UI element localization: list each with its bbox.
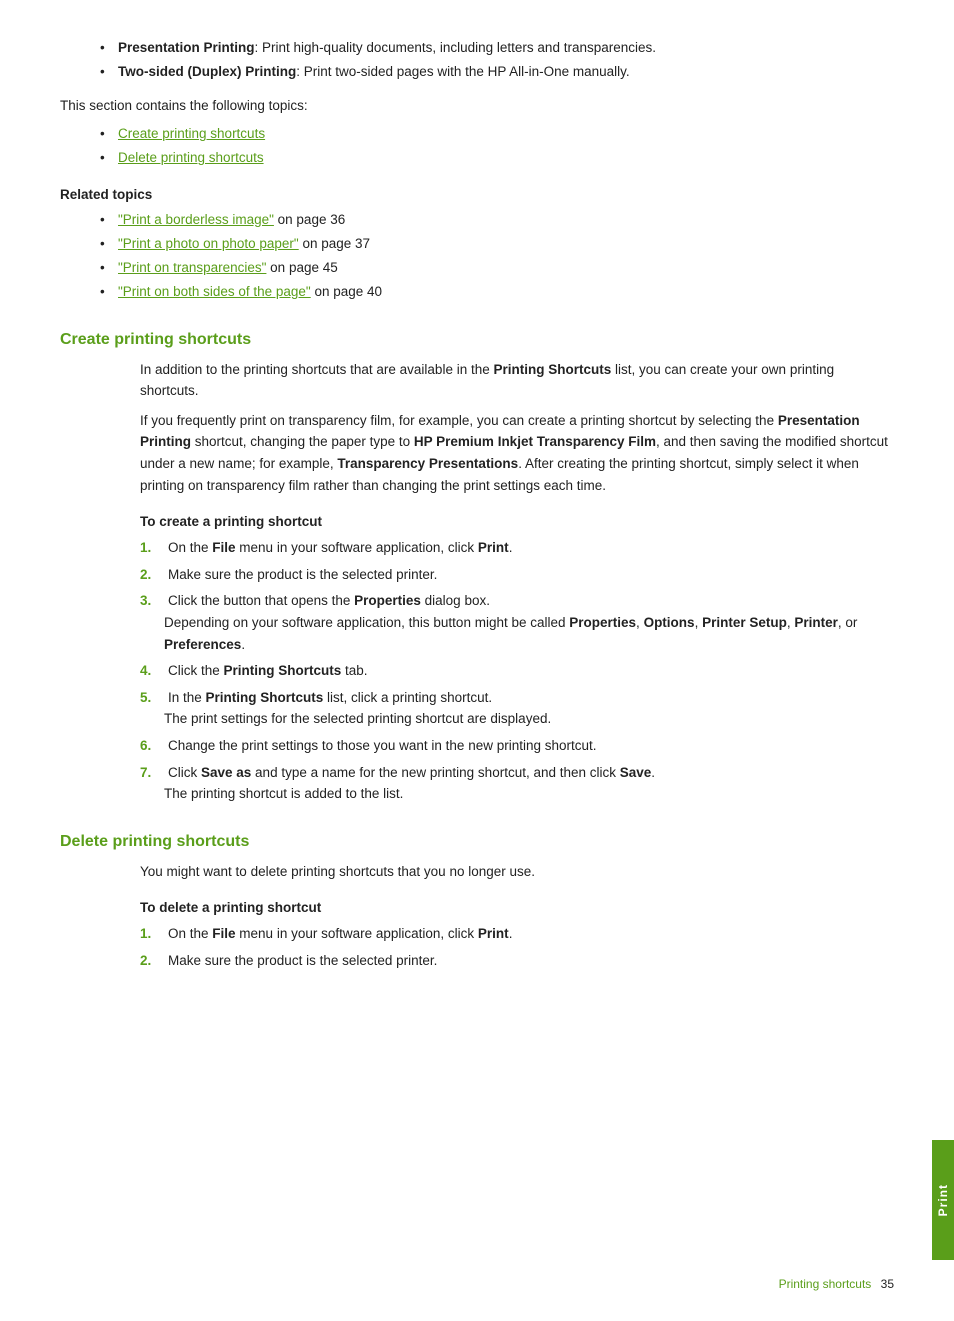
footer-section-label: Printing shortcuts xyxy=(779,1277,872,1291)
create-section-content: In addition to the printing shortcuts th… xyxy=(140,359,894,805)
create-step-4-num: 4. xyxy=(140,660,164,682)
create-step-3-num: 3. xyxy=(140,590,164,612)
intro-b1-rest: : Print high-quality documents, includin… xyxy=(255,40,656,55)
create-para2-b2: HP Premium Inkjet Transparency Film xyxy=(414,434,656,449)
delete-step-1-num: 1. xyxy=(140,923,164,945)
toc-intro: This section contains the following topi… xyxy=(60,95,894,117)
create-shortcuts-link[interactable]: Create printing shortcuts xyxy=(118,126,265,141)
delete-section: Delete printing shortcuts You might want… xyxy=(60,833,894,972)
footer-page-num: 35 xyxy=(881,1277,894,1291)
create-step-4: 4. Click the Printing Shortcuts tab. xyxy=(140,660,894,682)
create-para-1: In addition to the printing shortcuts th… xyxy=(140,359,894,402)
delete-para: You might want to delete printing shortc… xyxy=(140,861,894,883)
toc-link-1[interactable]: Create printing shortcuts xyxy=(100,124,894,144)
related-page-2: on page 37 xyxy=(299,236,370,251)
create-step-5: 5. In the Printing Shortcuts list, click… xyxy=(140,687,894,730)
page-container: Presentation Printing: Print high-qualit… xyxy=(0,0,954,1321)
create-section-heading: Create printing shortcuts xyxy=(60,331,894,349)
delete-step-1-content: On the File menu in your software applic… xyxy=(168,923,894,945)
related-topics-heading: Related topics xyxy=(60,187,894,202)
related-page-3: on page 45 xyxy=(266,260,337,275)
create-section: Create printing shortcuts In addition to… xyxy=(60,331,894,805)
intro-b2-rest: : Print two-sided pages with the HP All-… xyxy=(296,64,629,79)
create-para-2: If you frequently print on transparency … xyxy=(140,410,894,496)
create-step-5-content: In the Printing Shortcuts list, click a … xyxy=(168,687,894,709)
create-step-3-row: 3. Click the button that opens the Prope… xyxy=(140,590,894,612)
create-step-3: 3. Click the button that opens the Prope… xyxy=(140,590,894,655)
create-para2-b3: Transparency Presentations xyxy=(337,456,518,471)
related-link-3[interactable]: "Print on transparencies" xyxy=(118,260,266,275)
create-step-4-content: Click the Printing Shortcuts tab. xyxy=(168,660,894,682)
delete-shortcuts-link[interactable]: Delete printing shortcuts xyxy=(118,150,264,165)
create-para2-m1: shortcut, changing the paper type to xyxy=(191,434,414,449)
delete-step-2-content: Make sure the product is the selected pr… xyxy=(168,950,894,972)
related-page-1: on page 36 xyxy=(274,212,345,227)
intro-bullet-1: Presentation Printing: Print high-qualit… xyxy=(100,38,894,58)
delete-section-heading: Delete printing shortcuts xyxy=(60,833,894,851)
related-link-2[interactable]: "Print a photo on photo paper" xyxy=(118,236,299,251)
create-step-1-num: 1. xyxy=(140,537,164,559)
page-footer: Printing shortcuts 35 xyxy=(779,1277,894,1291)
delete-sub-heading: To delete a printing shortcut xyxy=(140,900,894,915)
create-para1-bold: Printing Shortcuts xyxy=(493,362,611,377)
green-tab-label: Print xyxy=(936,1184,950,1216)
create-step-5-sub: The print settings for the selected prin… xyxy=(164,708,894,730)
related-page-4: on page 40 xyxy=(311,284,382,299)
create-step-7-row: 7. Click Save as and type a name for the… xyxy=(140,762,894,784)
create-sub-heading: To create a printing shortcut xyxy=(140,514,894,529)
related-topic-3[interactable]: "Print on transparencies" on page 45 xyxy=(100,258,894,278)
create-step-2-num: 2. xyxy=(140,564,164,586)
intro-b1: Presentation Printing xyxy=(118,40,255,55)
create-step-6: 6. Change the print settings to those yo… xyxy=(140,735,894,757)
delete-step-1: 1. On the File menu in your software app… xyxy=(140,923,894,945)
toc-link-2[interactable]: Delete printing shortcuts xyxy=(100,148,894,168)
create-step-2-content: Make sure the product is the selected pr… xyxy=(168,564,894,586)
create-para1-start: In addition to the printing shortcuts th… xyxy=(140,362,493,377)
create-step-1-content: On the File menu in your software applic… xyxy=(168,537,894,559)
create-para2-a: If you frequently print on transparency … xyxy=(140,413,778,428)
related-topic-4[interactable]: "Print on both sides of the page" on pag… xyxy=(100,282,894,302)
delete-step-2: 2. Make sure the product is the selected… xyxy=(140,950,894,972)
related-link-1[interactable]: "Print a borderless image" xyxy=(118,212,274,227)
delete-section-content: You might want to delete printing shortc… xyxy=(140,861,894,972)
green-tab: Print xyxy=(932,1140,954,1260)
create-step-6-num: 6. xyxy=(140,735,164,757)
create-step-1: 1. On the File menu in your software app… xyxy=(140,537,894,559)
related-topic-2[interactable]: "Print a photo on photo paper" on page 3… xyxy=(100,234,894,254)
related-topics-block: Related topics "Print a borderless image… xyxy=(60,187,894,303)
create-step-7-num: 7. xyxy=(140,762,164,784)
create-step-5-num: 5. xyxy=(140,687,164,709)
delete-steps-list: 1. On the File menu in your software app… xyxy=(140,923,894,971)
create-step-3-sub: Depending on your software application, … xyxy=(164,612,894,655)
create-step-6-content: Change the print settings to those you w… xyxy=(168,735,894,757)
create-step-7-content: Click Save as and type a name for the ne… xyxy=(168,762,894,784)
intro-b2: Two-sided (Duplex) Printing xyxy=(118,64,296,79)
create-step-5-row: 5. In the Printing Shortcuts list, click… xyxy=(140,687,894,709)
create-step-2: 2. Make sure the product is the selected… xyxy=(140,564,894,586)
create-steps-list: 1. On the File menu in your software app… xyxy=(140,537,894,805)
related-topic-1[interactable]: "Print a borderless image" on page 36 xyxy=(100,210,894,230)
intro-bullet-2: Two-sided (Duplex) Printing: Print two-s… xyxy=(100,62,894,82)
related-link-4[interactable]: "Print on both sides of the page" xyxy=(118,284,311,299)
intro-bullet-list: Presentation Printing: Print high-qualit… xyxy=(100,38,894,83)
create-step-3-content: Click the button that opens the Properti… xyxy=(168,590,894,612)
delete-step-2-num: 2. xyxy=(140,950,164,972)
create-step-7: 7. Click Save as and type a name for the… xyxy=(140,762,894,805)
create-step-7-sub: The printing shortcut is added to the li… xyxy=(164,783,894,805)
toc-link-list: Create printing shortcuts Delete printin… xyxy=(100,124,894,169)
related-topics-list: "Print a borderless image" on page 36 "P… xyxy=(100,210,894,303)
